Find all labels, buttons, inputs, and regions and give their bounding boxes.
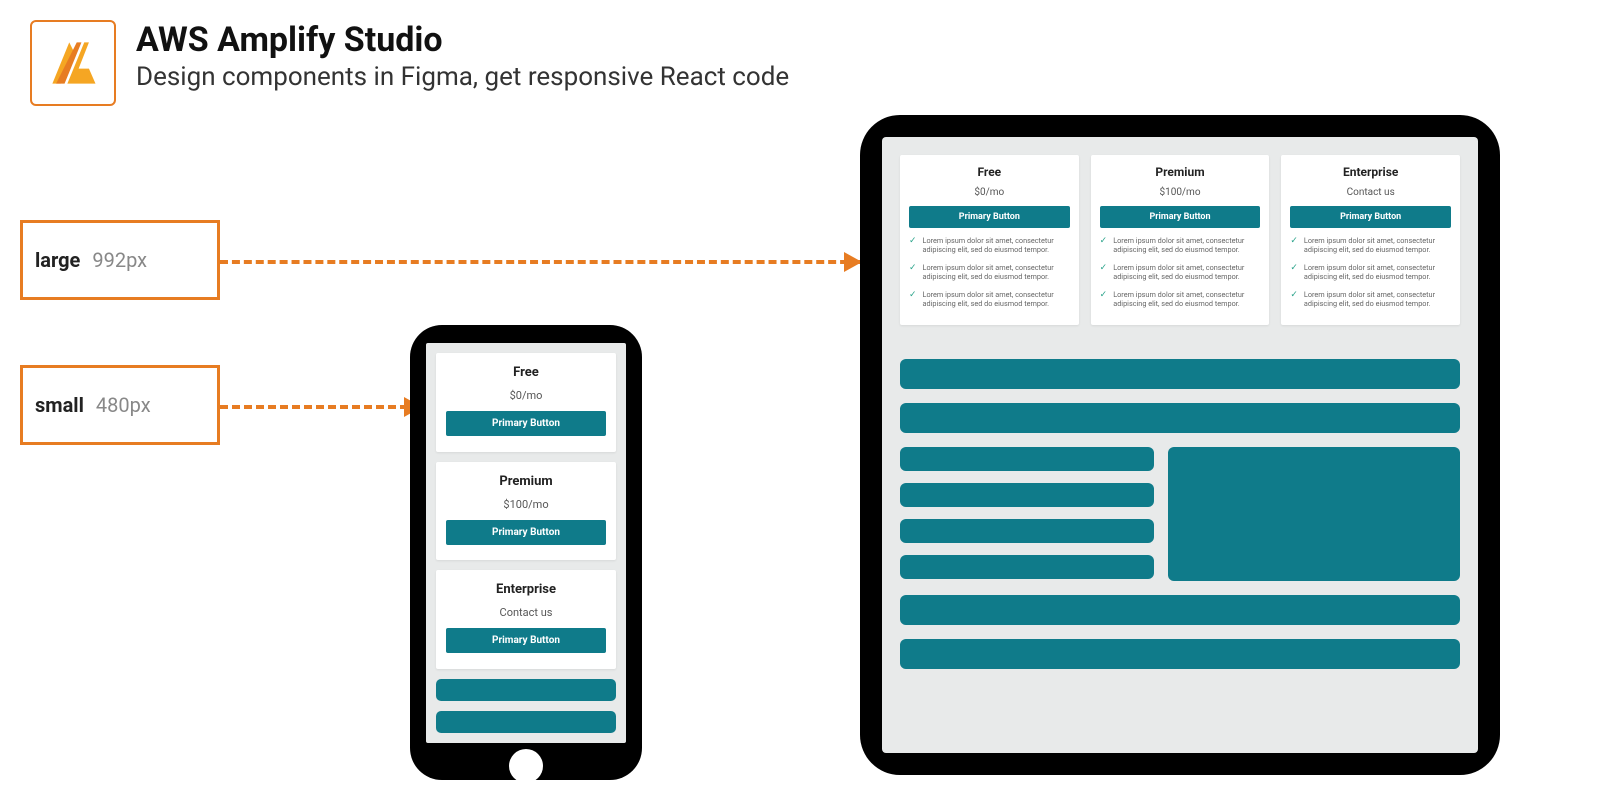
check-icon: ✓ xyxy=(1100,264,1108,273)
feature-text: Lorem ipsum dolor sit amet, consectetur … xyxy=(1113,263,1260,282)
pricing-cards-row: Free $0/mo Primary Button ✓ Lorem ipsum d… xyxy=(900,155,1460,325)
home-button-icon xyxy=(509,749,543,783)
check-icon: ✓ xyxy=(1100,291,1108,300)
placeholder-bar xyxy=(436,711,616,733)
plan-price: $0/mo xyxy=(909,187,1070,198)
placeholder-bar xyxy=(900,519,1154,543)
arrow-to-tablet xyxy=(220,260,860,264)
plan-name: Free xyxy=(909,165,1070,179)
device-phone: Free $0/mo Primary Button Premium $100/m… xyxy=(410,325,642,780)
feature-row: ✓ Lorem ipsum dolor sit amet, consectetur… xyxy=(909,263,1070,282)
placeholder-bar xyxy=(436,679,616,701)
feature-row: ✓ Lorem ipsum dolor sit amet, consectetur… xyxy=(1100,263,1261,282)
phone-card-enterprise: Enterprise Contact us Primary Button xyxy=(436,570,616,669)
feature-row: ✓ Lorem ipsum dolor sit amet, consectetur… xyxy=(1290,263,1451,282)
placeholder-bar xyxy=(900,403,1460,433)
feature-row: ✓ Lorem ipsum dolor sit amet, consectetur… xyxy=(1100,236,1261,255)
check-icon: ✓ xyxy=(909,291,917,300)
plan-name: Enterprise xyxy=(1290,165,1451,179)
page-header: AWS Amplify Studio Design components in … xyxy=(30,20,789,106)
arrow-to-phone xyxy=(220,405,420,409)
check-icon: ✓ xyxy=(909,264,917,273)
page-subtitle: Design components in Figma, get responsi… xyxy=(136,62,789,92)
device-tablet: Free $0/mo Primary Button ✓ Lorem ipsum d… xyxy=(860,115,1500,775)
check-icon: ✓ xyxy=(1290,264,1298,273)
plan-price: $0/mo xyxy=(446,389,606,402)
plan-price: Contact us xyxy=(446,606,606,619)
tablet-card-free: Free $0/mo Primary Button ✓ Lorem ipsum d… xyxy=(900,155,1079,325)
check-icon: ✓ xyxy=(1290,237,1298,246)
primary-button[interactable]: Primary Button xyxy=(446,411,606,436)
feature-row: ✓ Lorem ipsum dolor sit amet, consectetur… xyxy=(1290,236,1451,255)
tablet-screen: Free $0/mo Primary Button ✓ Lorem ipsum d… xyxy=(882,137,1478,753)
feature-text: Lorem ipsum dolor sit amet, consectetur … xyxy=(923,290,1070,309)
plan-price: Contact us xyxy=(1290,187,1451,198)
breakpoint-large: large 992px xyxy=(20,220,220,300)
header-text: AWS Amplify Studio Design components in … xyxy=(136,20,789,92)
placeholder-bar xyxy=(900,483,1154,507)
plan-name: Premium xyxy=(1100,165,1261,179)
check-icon: ✓ xyxy=(909,237,917,246)
primary-button[interactable]: Primary Button xyxy=(1290,206,1451,228)
amplify-logo-icon xyxy=(43,33,103,93)
primary-button[interactable]: Primary Button xyxy=(446,628,606,653)
breakpoint-small-value: 480px xyxy=(96,393,151,417)
phone-card-premium: Premium $100/mo Primary Button xyxy=(436,462,616,561)
breakpoint-small: small 480px xyxy=(20,365,220,445)
placeholder-bar xyxy=(900,359,1460,389)
feature-row: ✓ Lorem ipsum dolor sit amet, consectetur… xyxy=(1100,290,1261,309)
placeholder-row xyxy=(900,447,1460,581)
feature-row: ✓ Lorem ipsum dolor sit amet, consectetur… xyxy=(909,236,1070,255)
plan-price: $100/mo xyxy=(1100,187,1261,198)
feature-text: Lorem ipsum dolor sit amet, consectetur … xyxy=(1304,290,1451,309)
feature-text: Lorem ipsum dolor sit amet, consectetur … xyxy=(1304,236,1451,255)
check-icon: ✓ xyxy=(1100,237,1108,246)
tablet-card-enterprise: Enterprise Contact us Primary Button ✓ Lo… xyxy=(1281,155,1460,325)
feature-text: Lorem ipsum dolor sit amet, consectetur … xyxy=(1113,290,1260,309)
page-title: AWS Amplify Studio xyxy=(136,20,789,60)
primary-button[interactable]: Primary Button xyxy=(446,520,606,545)
amplify-logo xyxy=(30,20,116,106)
breakpoint-small-label: small xyxy=(35,393,84,417)
feature-text: Lorem ipsum dolor sit amet, consectetur … xyxy=(1304,263,1451,282)
primary-button[interactable]: Primary Button xyxy=(909,206,1070,228)
placeholder-col xyxy=(900,447,1154,581)
placeholder-bar xyxy=(900,447,1154,471)
feature-text: Lorem ipsum dolor sit amet, consectetur … xyxy=(1113,236,1260,255)
plan-name: Premium xyxy=(446,474,606,489)
primary-button[interactable]: Primary Button xyxy=(1100,206,1261,228)
placeholder-box xyxy=(1168,447,1460,581)
phone-card-free: Free $0/mo Primary Button xyxy=(436,353,616,452)
phone-screen: Free $0/mo Primary Button Premium $100/m… xyxy=(426,343,626,743)
placeholder-bar xyxy=(900,595,1460,625)
feature-row: ✓ Lorem ipsum dolor sit amet, consectetur… xyxy=(909,290,1070,309)
plan-name: Enterprise xyxy=(446,582,606,597)
breakpoint-large-value: 992px xyxy=(92,248,147,272)
plan-price: $100/mo xyxy=(446,498,606,511)
placeholder-bar xyxy=(900,639,1460,669)
breakpoint-large-label: large xyxy=(35,248,80,272)
placeholder-bar xyxy=(900,555,1154,579)
plan-name: Free xyxy=(446,365,606,380)
tablet-card-premium: Premium $100/mo Primary Button ✓ Lorem ip… xyxy=(1091,155,1270,325)
check-icon: ✓ xyxy=(1290,291,1298,300)
feature-text: Lorem ipsum dolor sit amet, consectetur … xyxy=(923,263,1070,282)
feature-row: ✓ Lorem ipsum dolor sit amet, consectetur… xyxy=(1290,290,1451,309)
feature-text: Lorem ipsum dolor sit amet, consectetur … xyxy=(923,236,1070,255)
